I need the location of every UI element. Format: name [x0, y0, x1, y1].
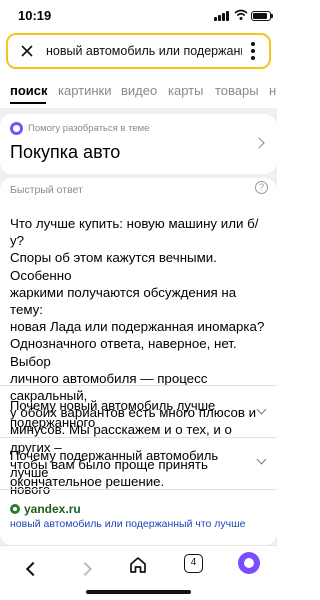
quick-answer-label: Быстрый ответ	[10, 184, 83, 196]
forward-icon[interactable]	[77, 561, 93, 577]
tab-images[interactable]: картинки	[58, 83, 112, 98]
more-vertical-icon[interactable]	[251, 42, 255, 60]
search-bar[interactable]: новый автомобиль или подержанный	[6, 33, 271, 69]
source-link[interactable]: новый автомобиль или подержанный что луч…	[10, 518, 245, 530]
home-icon[interactable]	[128, 555, 148, 575]
topic-card[interactable]: Помогу разобраться в теме Покупка авто	[0, 114, 277, 174]
faq-item-new-better[interactable]: Почему новый автомобиль лучше подержанно…	[10, 397, 245, 431]
battery-icon	[251, 11, 273, 21]
back-icon[interactable]	[25, 561, 41, 577]
status-bar: 10:19	[0, 0, 277, 30]
alice-icon	[10, 122, 23, 135]
answer-line: Что лучше купить: новую машину или б/у?	[10, 216, 259, 249]
help-icon[interactable]: ?	[255, 181, 268, 194]
answer-line: жаркими получаются обсуждения на тему:	[10, 284, 237, 318]
topic-hint: Помогу разобраться в теме	[28, 123, 150, 134]
divider	[0, 385, 277, 386]
divider	[0, 437, 277, 438]
alice-assistant-icon[interactable]	[238, 552, 260, 574]
source-domain[interactable]: yandex.ru	[24, 502, 81, 516]
active-tab-indicator	[10, 102, 46, 104]
answer-line: Споры об этом кажутся вечными. Особенно	[10, 250, 217, 283]
status-time: 10:19	[18, 8, 52, 23]
cellular-signal-icon	[214, 11, 230, 21]
home-indicator	[86, 590, 191, 594]
tab-more[interactable]: н	[269, 83, 276, 98]
faq-question-line: Почему подержанный автомобиль лучше	[10, 448, 219, 480]
faq-question-line: подержанного	[10, 415, 96, 430]
wifi-icon	[234, 9, 248, 20]
answer-line: Однозначного ответа, наверное, нет. Выбо…	[10, 336, 237, 369]
tab-goods[interactable]: товары	[215, 83, 259, 98]
faq-item-used-better[interactable]: Почему подержанный автомобиль лучше ново…	[10, 447, 245, 498]
tab-maps[interactable]: карты	[168, 83, 203, 98]
search-input[interactable]: новый автомобиль или подержанный	[46, 44, 242, 58]
chevron-right-icon	[253, 137, 265, 149]
faq-question-line: Почему новый автомобиль лучше	[10, 398, 216, 413]
close-icon[interactable]	[19, 43, 35, 59]
topic-title: Покупка авто	[10, 142, 121, 162]
source-favicon-icon	[10, 504, 20, 514]
answer-line: новая Лада или подержанная иномарка?	[10, 319, 265, 335]
tabs-counter-button[interactable]: 4	[184, 554, 203, 573]
divider	[0, 489, 277, 490]
tab-search[interactable]: поиск	[10, 83, 48, 98]
tab-video[interactable]: видео	[121, 83, 157, 98]
